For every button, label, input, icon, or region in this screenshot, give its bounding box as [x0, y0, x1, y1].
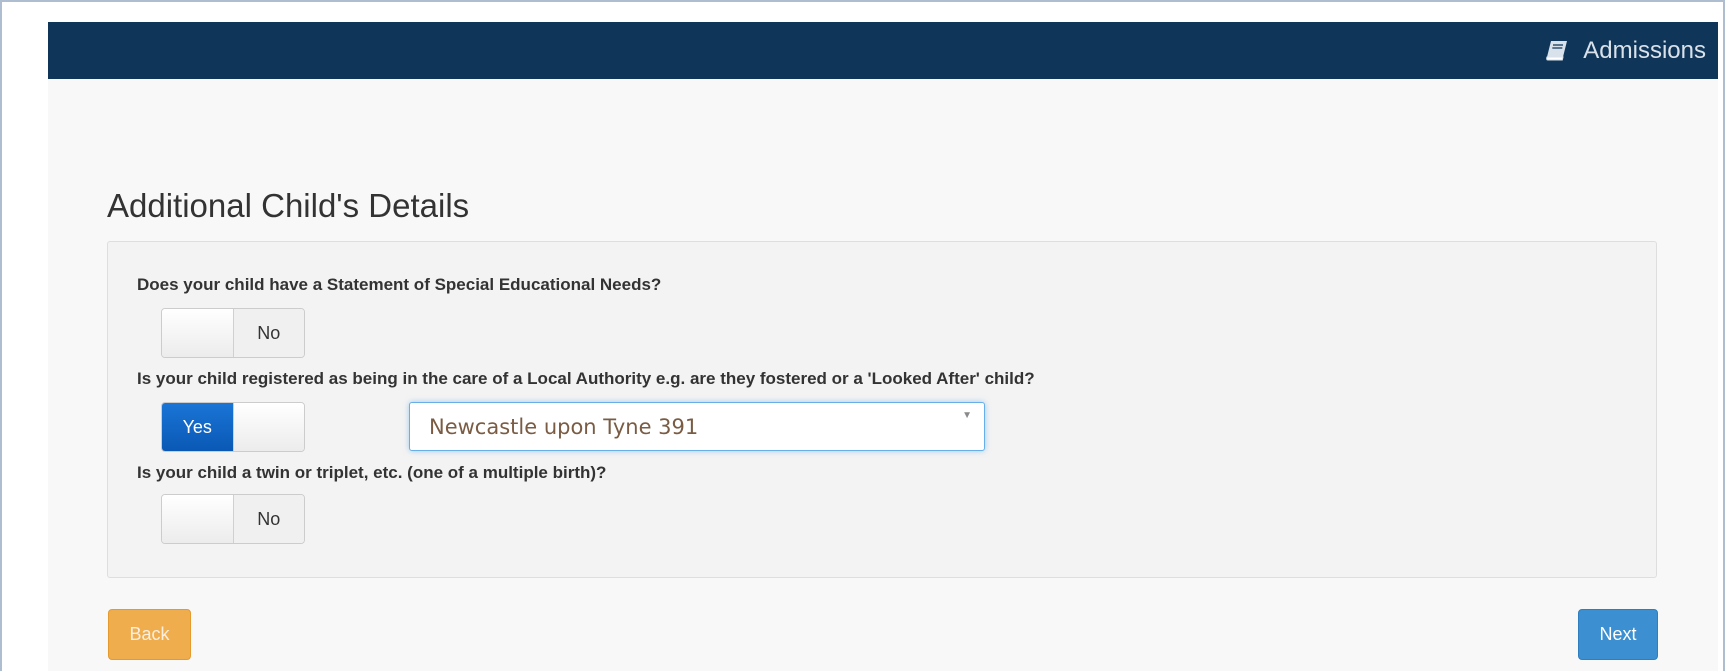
- multiple-birth-toggle[interactable]: No: [161, 494, 305, 544]
- local-authority-selected-value: Newcastle upon Tyne 391: [429, 415, 699, 439]
- window-frame: Admissions Additional Child's Details Do…: [0, 0, 1725, 671]
- back-button[interactable]: Back: [108, 609, 191, 660]
- admissions-app: Admissions Additional Child's Details Do…: [48, 22, 1718, 671]
- questions-panel: Does your child have a Statement of Spec…: [107, 241, 1657, 578]
- toggle-label-no: No: [233, 495, 304, 543]
- caret-down-icon: ▼: [962, 410, 972, 421]
- toggle-handle: [162, 309, 234, 357]
- question-sen-statement: Does your child have a Statement of Spec…: [137, 275, 662, 294]
- question-multiple-birth: Is your child a twin or triplet, etc. (o…: [137, 463, 607, 482]
- question-local-authority-care: Is your child registered as being in the…: [137, 369, 1035, 388]
- top-navbar: Admissions: [48, 22, 1718, 79]
- sen-statement-toggle[interactable]: No: [161, 308, 305, 358]
- admissions-link[interactable]: Admissions: [1545, 22, 1706, 79]
- local-authority-care-toggle[interactable]: Yes: [161, 402, 305, 452]
- next-button[interactable]: Next: [1578, 609, 1658, 660]
- local-authority-select[interactable]: Newcastle upon Tyne 391 ▼: [409, 402, 985, 451]
- toggle-handle: [162, 495, 234, 543]
- book-icon: [1545, 40, 1569, 62]
- page-title: Additional Child's Details: [107, 187, 470, 224]
- toggle-handle: [232, 403, 304, 451]
- app-name: Admissions: [1583, 36, 1706, 64]
- toggle-label-yes: Yes: [162, 403, 233, 451]
- toggle-label-no: No: [233, 309, 304, 357]
